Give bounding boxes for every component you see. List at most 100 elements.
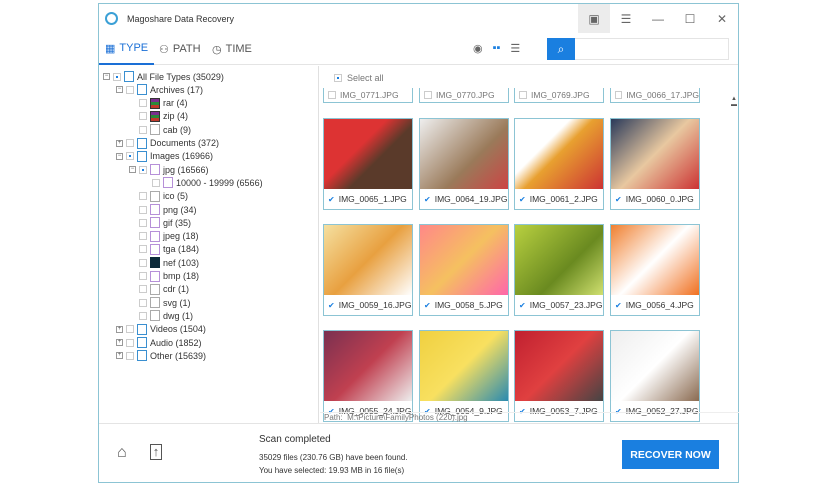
checked-icon[interactable]: ✔	[615, 301, 622, 310]
tree-checkbox[interactable]	[139, 192, 147, 201]
thumbnail-tile[interactable]: ✔ IMG_0054_9.JPG	[419, 330, 509, 422]
tree-node[interactable]: rar (4)	[129, 97, 188, 110]
tree-checkbox[interactable]	[126, 152, 134, 161]
tree-checkbox[interactable]	[139, 99, 147, 108]
expand-toggle[interactable]: −	[129, 166, 136, 174]
menu-icon[interactable]: ☰	[610, 4, 642, 33]
recover-now-button[interactable]: RECOVER NOW	[622, 440, 719, 469]
tree-node[interactable]: dwg (1)	[129, 309, 193, 322]
maximize-button[interactable]: ☐	[674, 4, 706, 33]
tab-time[interactable]: ◷ TIME	[212, 33, 252, 65]
tree-checkbox[interactable]	[126, 338, 134, 347]
tree-checkbox[interactable]	[126, 351, 134, 360]
tree-node[interactable]: cdr (1)	[129, 283, 189, 296]
thumbnail-tile[interactable]: ✔ IMG_0053_7.JPG	[514, 330, 604, 422]
expand-toggle[interactable]: +	[116, 325, 123, 333]
expand-toggle[interactable]: +	[116, 139, 123, 147]
tree-checkbox[interactable]	[139, 298, 147, 307]
tree-node[interactable]: cab (9)	[129, 123, 191, 136]
tree-checkbox[interactable]	[139, 311, 147, 320]
thumbnail-tile[interactable]: ✔ IMG_0055_24.JPG	[323, 330, 413, 422]
tree-node[interactable]: svg (1)	[129, 296, 191, 309]
thumbnail-tile[interactable]: ✔ IMG_0052_27.JPG	[610, 330, 700, 422]
expand-toggle[interactable]: +	[116, 352, 123, 360]
tree-node[interactable]: + Videos (1504)	[116, 323, 206, 336]
tab-path[interactable]: ⚇ PATH	[159, 33, 201, 65]
tree-node[interactable]: − jpg (16566)	[129, 163, 209, 176]
tree-checkbox[interactable]	[139, 205, 147, 214]
minimize-button[interactable]: —	[642, 4, 674, 33]
expand-toggle[interactable]: −	[116, 86, 123, 94]
tree-node[interactable]: − Images (16966)	[116, 150, 213, 163]
tree-checkbox[interactable]	[126, 139, 134, 147]
thumbnail-tile[interactable]: IMG_0771.JPG	[323, 88, 413, 103]
checked-icon[interactable]: ✔	[424, 195, 431, 204]
thumbnail-tile[interactable]: ✔ IMG_0058_5.JPG	[419, 224, 509, 316]
tree-checkbox[interactable]	[139, 165, 147, 174]
tree-checkbox[interactable]	[139, 125, 147, 134]
tree-checkbox[interactable]	[126, 325, 134, 334]
tree-node[interactable]: tga (184)	[129, 243, 199, 256]
tile-checkbox[interactable]	[328, 91, 336, 99]
search-input[interactable]	[575, 38, 729, 60]
checked-icon[interactable]: ✔	[328, 195, 335, 204]
tree-checkbox[interactable]	[139, 272, 147, 280]
tree-checkbox[interactable]	[152, 178, 160, 187]
thumbnail-tile[interactable]: IMG_0770.JPG	[419, 88, 509, 103]
tree-checkbox[interactable]	[139, 245, 147, 254]
search-button[interactable]: ⌕	[547, 38, 575, 60]
checked-icon[interactable]: ✔	[615, 195, 622, 204]
tile-checkbox[interactable]	[615, 91, 623, 99]
thumbnail-tile[interactable]: ✔ IMG_0060_0.JPG	[610, 118, 700, 210]
tab-type[interactable]: ▦ TYPE	[99, 33, 155, 65]
tree-node[interactable]: − All File Types (35029)	[103, 70, 224, 83]
tree-node[interactable]: − Archives (17)	[116, 83, 203, 96]
tree-checkbox[interactable]	[126, 85, 134, 94]
thumbnail-tile[interactable]: ✔ IMG_0059_16.JPG	[323, 224, 413, 316]
tree-checkbox[interactable]	[139, 218, 147, 227]
checked-icon[interactable]: ✔	[424, 301, 431, 310]
tree-checkbox[interactable]	[139, 258, 147, 267]
tile-checkbox[interactable]	[424, 91, 432, 99]
tree-node[interactable]: nef (103)	[129, 256, 199, 269]
tree-node[interactable]: gif (35)	[129, 216, 191, 229]
thumbnail-tile[interactable]: ✔ IMG_0061_2.JPG	[514, 118, 604, 210]
tree-node[interactable]: 10000 - 19999 (6566)	[142, 176, 263, 189]
tree-checkbox[interactable]	[139, 285, 147, 294]
export-icon[interactable]: ↑	[150, 444, 162, 460]
tree-node[interactable]: + Audio (1852)	[116, 336, 202, 349]
expand-toggle[interactable]: −	[103, 73, 110, 80]
tree-node[interactable]: + Other (15639)	[116, 349, 206, 362]
thumbnail-tile[interactable]: ✔ IMG_0056_4.JPG	[610, 224, 700, 316]
tree-node[interactable]: bmp (18)	[129, 270, 199, 283]
computer-icon	[124, 71, 134, 82]
tree-node[interactable]: png (34)	[129, 203, 197, 216]
list-view-icon[interactable]: ☰	[510, 42, 520, 55]
thumbnail-tile[interactable]: IMG_0769.JPG	[514, 88, 604, 103]
tree-checkbox[interactable]	[139, 112, 147, 121]
checked-icon[interactable]: ✔	[519, 195, 526, 204]
tile-checkbox[interactable]	[519, 91, 527, 99]
thumbnail-tile[interactable]: ✔ IMG_0065_1.JPG	[323, 118, 413, 210]
thumbnail-tile[interactable]: ✔ IMG_0064_19.JPG	[419, 118, 509, 210]
select-all-checkbox[interactable]: Select all	[334, 73, 384, 83]
close-button[interactable]: ✕	[706, 4, 738, 33]
audio-icon	[137, 337, 147, 348]
scrollbar[interactable]: ▲ ▬	[731, 96, 737, 108]
tree-node[interactable]: ico (5)	[129, 190, 188, 203]
tree-checkbox[interactable]	[139, 232, 147, 241]
home-icon[interactable]: ⌂	[117, 444, 127, 462]
thumbnail-tile[interactable]: IMG_0066_17.JPG	[610, 88, 700, 103]
tree-node[interactable]: + Documents (372)	[116, 137, 219, 150]
thumbnail-view-icon[interactable]: ▪▪	[493, 42, 501, 55]
tree-node[interactable]: zip (4)	[129, 110, 188, 123]
expand-toggle[interactable]: −	[116, 152, 123, 160]
checked-icon[interactable]: ✔	[328, 301, 335, 310]
tree-node[interactable]: jpeg (18)	[129, 230, 199, 243]
thumbnail-tile[interactable]: ✔ IMG_0057_23.JPG	[514, 224, 604, 316]
expand-toggle[interactable]: +	[116, 339, 123, 346]
tree-checkbox[interactable]	[113, 72, 121, 81]
feedback-icon[interactable]: ▣	[578, 4, 610, 33]
preview-icon[interactable]: ◉	[473, 42, 483, 55]
checked-icon[interactable]: ✔	[519, 301, 526, 310]
